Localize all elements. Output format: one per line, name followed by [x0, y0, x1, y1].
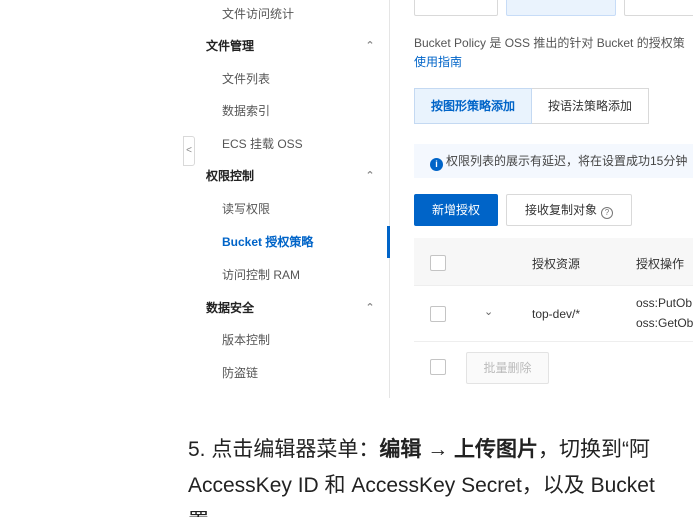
article-bold-edit: 编辑 — [379, 438, 422, 461]
sidebar-item-label: 文件访问统计 — [222, 7, 295, 21]
select-all-checkbox[interactable] — [430, 255, 446, 271]
sidebar-item-label: Bucket 授权策略 — [222, 235, 314, 249]
sidebar-collapse-button[interactable]: < — [183, 136, 195, 166]
sidebar-group-label: 权限控制 — [206, 169, 255, 183]
chevron-left-icon: < — [186, 145, 192, 156]
notice-text: 权限列表的展示有延迟，将在设置成功15分钟 — [446, 154, 688, 168]
batch-delete-button[interactable]: 批量删除 — [466, 352, 549, 384]
chevron-up-icon: ⌃ — [365, 302, 375, 314]
sidebar-item-label: 版本控制 — [222, 333, 271, 347]
article-line-3: 置 — [188, 504, 655, 517]
sidebar-group-access-control[interactable]: 权限控制 ⌃ — [188, 164, 388, 188]
action-cell-1: oss:PutOb — [636, 296, 693, 310]
sidebar-divider — [389, 0, 390, 398]
active-indicator — [387, 226, 390, 258]
sidebar-item-label: 数据索引 — [222, 104, 271, 118]
sidebar-item-ecs-mount-oss[interactable]: ECS 挂载 OSS — [188, 132, 388, 156]
top-button-3[interactable] — [624, 0, 693, 16]
action-cell-2: oss:GetOb — [636, 316, 693, 330]
sidebar-item-bucket-policy[interactable]: Bucket 授权策略 — [188, 230, 388, 254]
chevron-up-icon: ⌃ — [365, 170, 375, 182]
sidebar-item-ram-access-control[interactable]: 访问控制 RAM — [188, 263, 388, 287]
sidebar-item-data-index[interactable]: 数据索引 — [188, 99, 388, 123]
receive-button-label: 接收复制对象 — [524, 203, 597, 217]
info-icon: i — [430, 158, 443, 171]
receive-replication-button[interactable]: 接收复制对象? — [506, 194, 632, 226]
table-row: ⌄ top-dev/* oss:PutOb oss:GetOb — [414, 286, 693, 342]
article-line1-prefix: 5. 点击编辑器菜单： — [188, 438, 380, 461]
article-line-1: 5. 点击编辑器菜单：编辑 → 上传图片，切换到“阿 — [188, 432, 655, 468]
sidebar-group-file-management[interactable]: 文件管理 ⌃ — [188, 34, 388, 58]
policy-mode-tabs: 按图形策略添加 按语法策略添加 — [414, 88, 650, 124]
article-text: 5. 点击编辑器菜单：编辑 → 上传图片，切换到“阿 AccessKey ID … — [188, 432, 655, 517]
sidebar-item-label: 读写权限 — [222, 202, 271, 216]
resource-cell: top-dev/* — [532, 307, 581, 321]
chevron-down-icon[interactable]: ⌄ — [484, 305, 493, 318]
info-notice: i 权限列表的展示有延迟，将在设置成功15分钟 — [414, 144, 693, 178]
tab-syntax-policy[interactable]: 按语法策略添加 — [532, 88, 650, 124]
sidebar-group-label: 文件管理 — [206, 39, 255, 53]
table-header: 授权资源 授权操作 — [414, 238, 693, 286]
row-checkbox[interactable] — [430, 306, 446, 322]
column-header-actions: 授权操作 — [636, 257, 685, 271]
sidebar-group-data-security[interactable]: 数据安全 ⌃ — [188, 296, 388, 320]
sidebar-item-file-list[interactable]: 文件列表 — [188, 67, 388, 91]
column-header-resource: 授权资源 — [532, 257, 581, 271]
sidebar-item-file-access-stats[interactable]: 文件访问统计 — [188, 2, 388, 26]
sidebar-item-label: 文件列表 — [222, 72, 271, 86]
table-footer: 批量删除 — [414, 342, 693, 392]
article-arrow: → — [421, 438, 455, 461]
sidebar-item-versioning[interactable]: 版本控制 — [188, 328, 388, 352]
add-authorization-button[interactable]: 新增授权 — [414, 194, 498, 226]
sidebar-nav: 文件访问统计 文件管理 ⌃ 文件列表 数据索引 ECS 挂载 OSS 权限控制 ⌃ … — [188, 0, 390, 398]
help-icon[interactable]: ? — [601, 207, 613, 219]
guide-link[interactable]: 使用指南 — [414, 53, 462, 70]
sidebar-item-label: 访问控制 RAM — [222, 268, 301, 282]
footer-checkbox[interactable] — [430, 359, 446, 375]
sidebar-item-read-write-permission[interactable]: 读写权限 — [188, 197, 388, 221]
article-bold-upload: 上传图片 — [454, 438, 539, 461]
sidebar-item-hotlink-protection[interactable]: 防盗链 — [188, 361, 388, 385]
policy-description: Bucket Policy 是 OSS 推出的针对 Bucket 的授权策 — [414, 36, 685, 50]
sidebar-item-label: 防盗链 — [222, 366, 259, 380]
top-button-1[interactable] — [414, 0, 498, 16]
sidebar-item-label: ECS 挂载 OSS — [222, 137, 303, 151]
chevron-up-icon: ⌃ — [365, 40, 375, 52]
top-button-2[interactable] — [506, 0, 616, 16]
article-line1-suffix: ，切换到“阿 — [538, 438, 651, 461]
article-line-2: AccessKey ID 和 AccessKey Secret，以及 Bucke… — [188, 474, 655, 497]
tab-graphical-policy[interactable]: 按图形策略添加 — [414, 88, 533, 124]
sidebar-group-label: 数据安全 — [206, 301, 255, 315]
